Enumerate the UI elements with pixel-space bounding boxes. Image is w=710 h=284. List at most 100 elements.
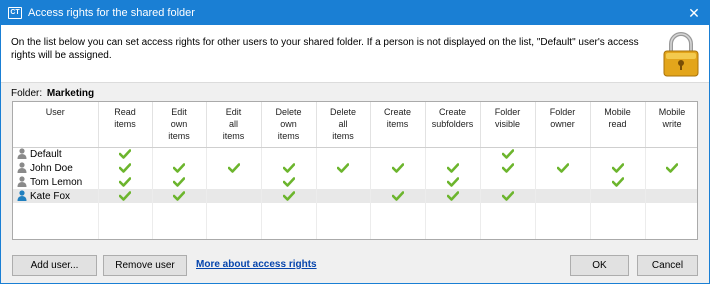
permission-cell[interactable] bbox=[370, 189, 426, 203]
empty-cell bbox=[98, 231, 153, 239]
permission-cell[interactable] bbox=[535, 189, 591, 203]
permission-cell[interactable] bbox=[590, 147, 646, 161]
checkmark-icon bbox=[556, 163, 569, 173]
empty-cell bbox=[13, 231, 99, 239]
permission-cell[interactable] bbox=[206, 161, 262, 175]
permission-cell[interactable] bbox=[316, 161, 371, 175]
permission-cell[interactable] bbox=[425, 161, 481, 175]
permission-cell[interactable] bbox=[480, 175, 536, 189]
permission-cell[interactable] bbox=[206, 189, 262, 203]
empty-cell bbox=[261, 203, 317, 217]
permission-cell[interactable] bbox=[590, 189, 646, 203]
checkmark-icon bbox=[119, 191, 131, 201]
add-user-button[interactable]: Add user... bbox=[12, 255, 97, 276]
table-row[interactable]: Tom Lemon bbox=[13, 175, 697, 189]
empty-cell bbox=[316, 217, 371, 231]
permission-cell[interactable] bbox=[645, 147, 697, 161]
user-icon bbox=[17, 162, 27, 173]
user-name: Default bbox=[30, 149, 62, 161]
user-cell[interactable]: Kate Fox bbox=[13, 189, 99, 203]
empty-cell bbox=[590, 231, 646, 239]
checkmark-icon bbox=[282, 177, 295, 187]
empty-cell bbox=[316, 231, 371, 239]
checkmark-icon bbox=[282, 191, 295, 201]
table-row[interactable]: Kate Fox bbox=[13, 189, 697, 203]
user-cell[interactable]: Tom Lemon bbox=[13, 175, 99, 189]
permission-cell[interactable] bbox=[152, 147, 207, 161]
empty-cell bbox=[645, 203, 697, 217]
permission-cell[interactable] bbox=[425, 189, 481, 203]
empty-cell bbox=[480, 231, 536, 239]
permission-cell[interactable] bbox=[590, 161, 646, 175]
empty-row bbox=[13, 231, 697, 239]
close-button[interactable]: ✕ bbox=[685, 4, 703, 22]
permission-cell[interactable] bbox=[206, 175, 262, 189]
empty-cell bbox=[98, 203, 153, 217]
more-about-access-rights-link[interactable]: More about access rights bbox=[196, 259, 317, 270]
user-cell[interactable]: Default bbox=[13, 147, 99, 161]
permission-cell[interactable] bbox=[370, 147, 426, 161]
permission-cell[interactable] bbox=[480, 161, 536, 175]
permission-cell[interactable] bbox=[370, 175, 426, 189]
permission-cell[interactable] bbox=[535, 147, 591, 161]
permission-cell[interactable] bbox=[425, 175, 481, 189]
permission-cell[interactable] bbox=[645, 161, 697, 175]
permission-cell[interactable] bbox=[206, 147, 262, 161]
access-rights-dialog: CT Access rights for the shared folder ✕… bbox=[0, 0, 710, 284]
permission-cell[interactable] bbox=[261, 161, 317, 175]
permission-cell[interactable] bbox=[98, 147, 153, 161]
permission-cell[interactable] bbox=[152, 175, 207, 189]
checkmark-icon bbox=[501, 191, 514, 201]
permission-cell[interactable] bbox=[535, 175, 591, 189]
checkmark-icon bbox=[611, 177, 624, 187]
checkmark-icon bbox=[119, 163, 131, 173]
permission-cell[interactable] bbox=[261, 175, 317, 189]
ok-button[interactable]: OK bbox=[570, 255, 629, 276]
permission-cell[interactable] bbox=[370, 161, 426, 175]
empty-cell bbox=[370, 203, 426, 217]
permission-cell[interactable] bbox=[152, 161, 207, 175]
empty-cell bbox=[152, 231, 207, 239]
checkmark-icon bbox=[446, 177, 459, 187]
access-rights-table: User Read items Edit own items Edit all items Del… bbox=[13, 102, 697, 239]
permission-cell[interactable] bbox=[98, 175, 153, 189]
user-icon bbox=[17, 190, 27, 201]
empty-cell bbox=[206, 203, 262, 217]
empty-cell bbox=[535, 231, 591, 239]
permission-cell[interactable] bbox=[425, 147, 481, 161]
permission-cell[interactable] bbox=[645, 175, 697, 189]
permission-cell[interactable] bbox=[98, 189, 153, 203]
permission-cell[interactable] bbox=[98, 161, 153, 175]
empty-cell bbox=[370, 231, 426, 239]
permission-cell[interactable] bbox=[152, 189, 207, 203]
permission-cell[interactable] bbox=[316, 147, 371, 161]
table-row[interactable]: John Doe bbox=[13, 161, 697, 175]
column-header: Create items bbox=[370, 102, 426, 148]
empty-cell bbox=[425, 231, 481, 239]
empty-cell bbox=[13, 217, 99, 231]
permission-cell[interactable] bbox=[261, 147, 317, 161]
permission-cell[interactable] bbox=[316, 175, 371, 189]
permission-cell[interactable] bbox=[261, 189, 317, 203]
permission-cell[interactable] bbox=[316, 189, 371, 203]
permission-cell[interactable] bbox=[535, 161, 591, 175]
column-header: Folder owner bbox=[535, 102, 591, 148]
checkmark-icon bbox=[446, 191, 459, 201]
remove-user-button[interactable]: Remove user bbox=[103, 255, 187, 276]
checkmark-icon bbox=[446, 163, 459, 173]
empty-cell bbox=[590, 217, 646, 231]
table-row[interactable]: Default bbox=[13, 147, 697, 161]
user-cell[interactable]: John Doe bbox=[13, 161, 99, 175]
permission-cell[interactable] bbox=[480, 189, 536, 203]
checkmark-icon bbox=[173, 191, 185, 201]
access-rights-grid[interactable]: User Read items Edit own items Edit all items Del… bbox=[12, 101, 698, 240]
permission-cell[interactable] bbox=[480, 147, 536, 161]
checkmark-icon bbox=[337, 163, 349, 173]
cancel-button[interactable]: Cancel bbox=[637, 255, 698, 276]
checkmark-icon bbox=[501, 163, 514, 173]
empty-cell bbox=[152, 217, 207, 231]
permission-cell[interactable] bbox=[645, 189, 697, 203]
user-name: Tom Lemon bbox=[30, 177, 83, 188]
permission-cell[interactable] bbox=[590, 175, 646, 189]
empty-cell bbox=[425, 203, 481, 217]
